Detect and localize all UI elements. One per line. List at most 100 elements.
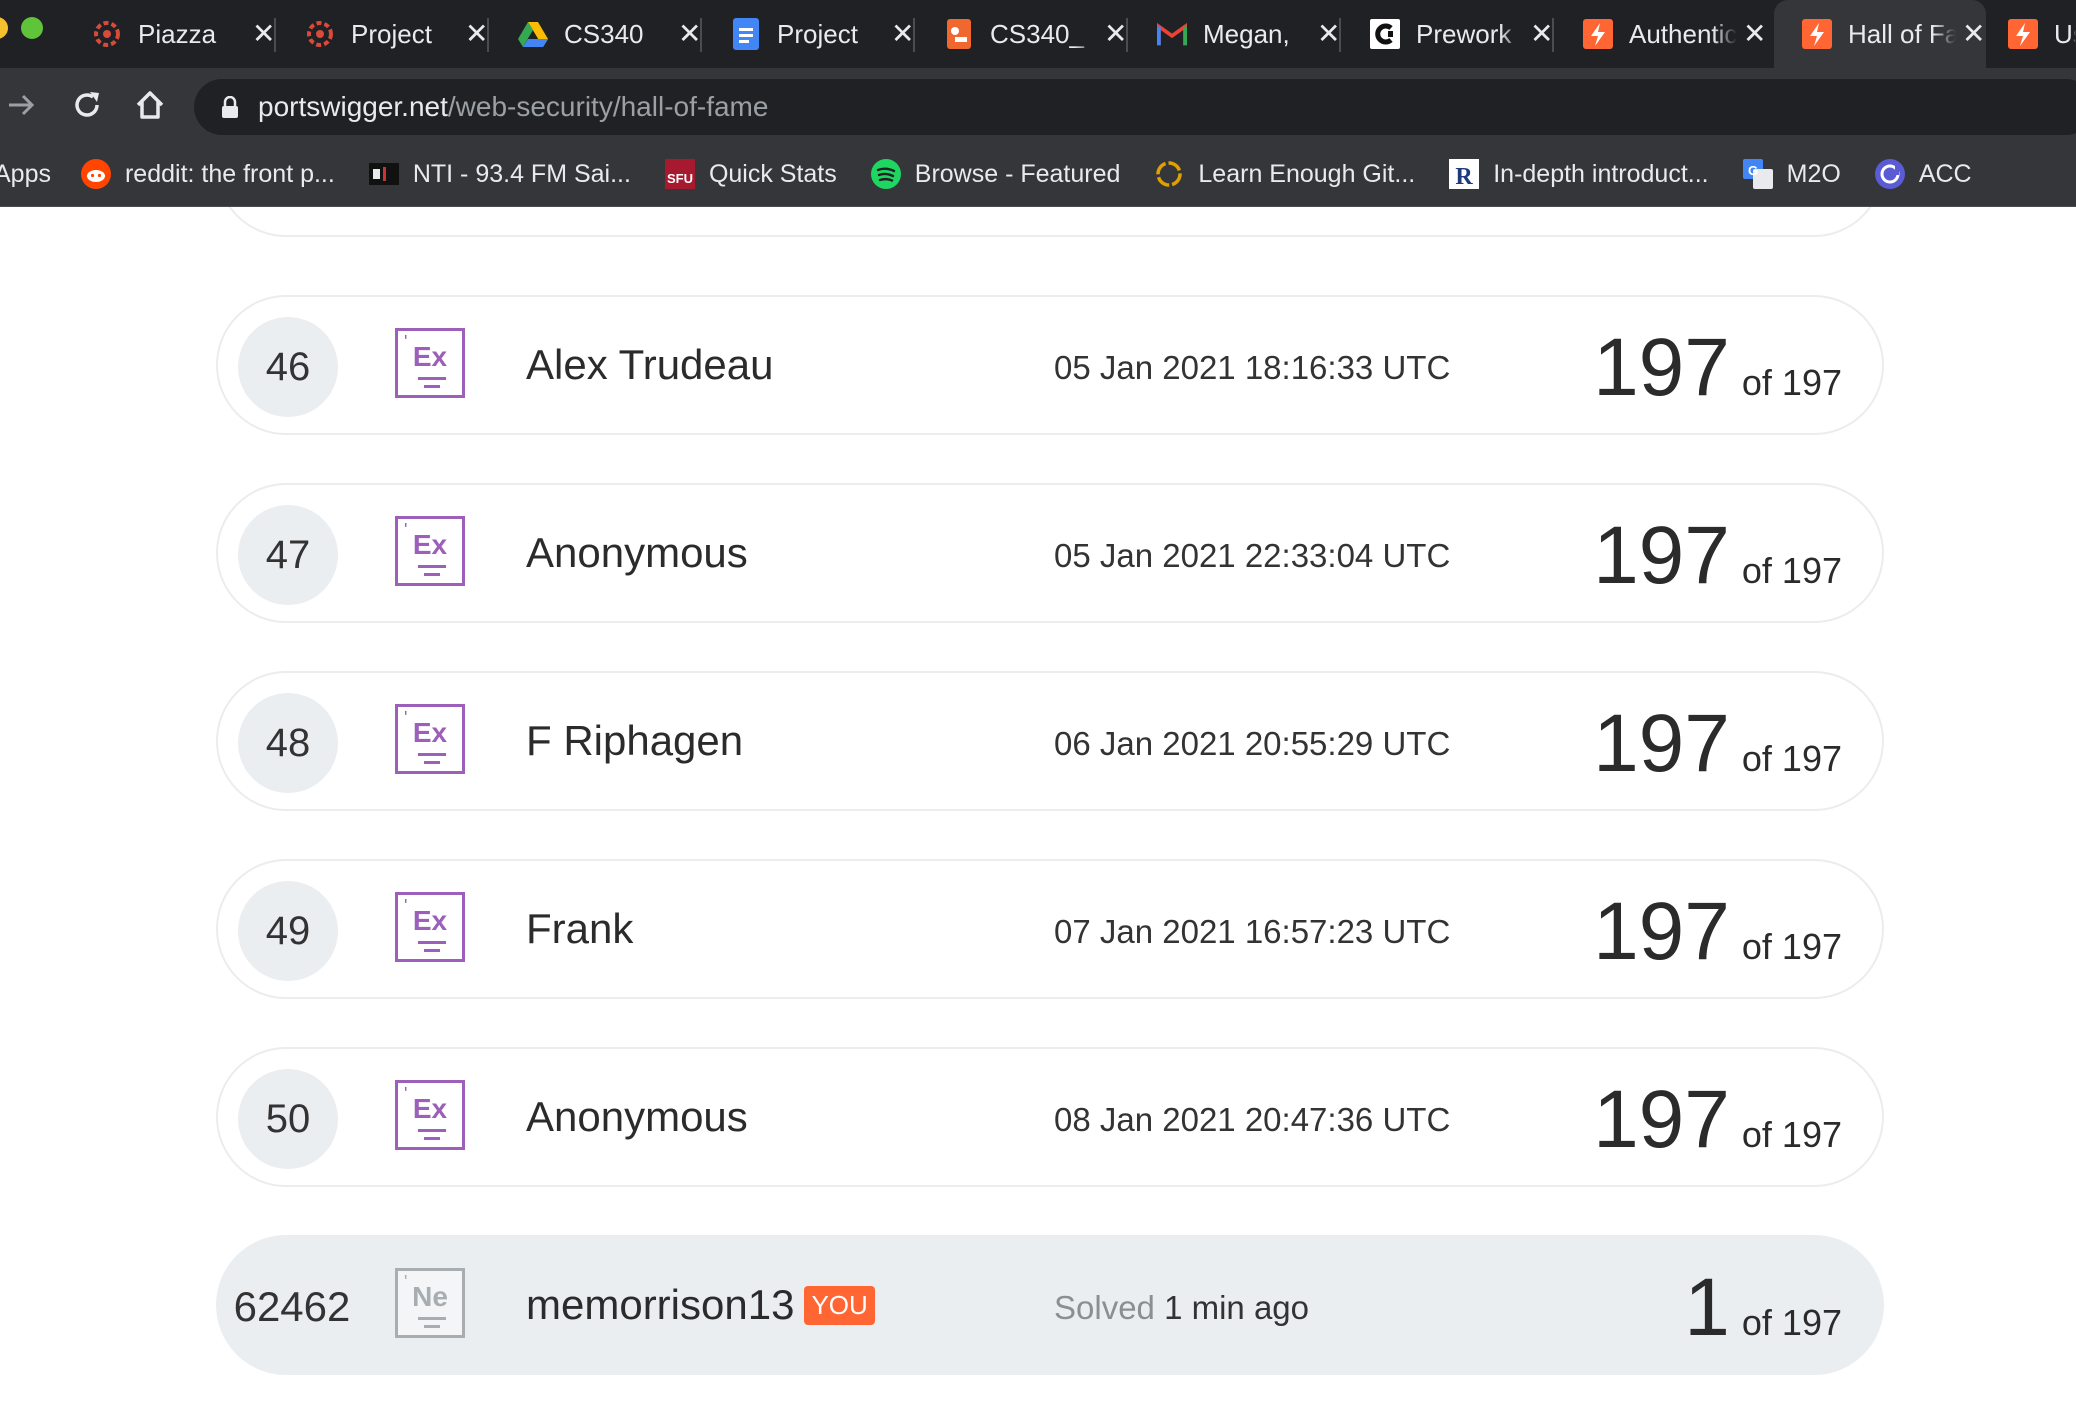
window-minimize-button[interactable]	[0, 17, 8, 39]
reload-icon	[75, 92, 99, 117]
hall-of-fame-page: 46 ' Ex Alex Trudeau 05 Jan 2021 18:16:33…	[0, 207, 2076, 1418]
svg-text:R: R	[1456, 164, 1474, 189]
google-docs-icon	[731, 18, 761, 50]
home-button[interactable]	[131, 86, 169, 124]
bookmark-label: Learn Enough Git...	[1198, 159, 1416, 188]
completion-time: 05 Jan 2021 22:33:04 UTC	[1054, 537, 1451, 574]
coursys-icon	[944, 19, 974, 49]
radio-icon	[368, 159, 399, 189]
solved-label: Solved	[1054, 1289, 1155, 1326]
forward-button[interactable]	[2, 86, 40, 124]
bookmark-label: NTI - 93.4 FM Sai...	[412, 159, 631, 188]
bookmark-spotify[interactable]: Browse - Featured	[870, 159, 1121, 189]
labs-solved: 197 of 197	[1593, 515, 1842, 597]
bookmark-nti[interactable]: NTI - 93.4 FM Sai...	[368, 159, 631, 189]
learn-enough-icon	[1154, 159, 1184, 189]
user-name: Anonymous	[526, 529, 748, 577]
expert-badge-icon: ' Ex	[395, 1080, 465, 1150]
solved-count: 197	[1593, 510, 1730, 601]
user-name: Anonymous	[526, 1093, 748, 1141]
google-drive-icon	[518, 19, 548, 49]
current-user-row: 62462 ' Ne memorrison13 YOU Solved 1 min …	[216, 1235, 1884, 1375]
close-icon[interactable]: ✕	[1962, 20, 1985, 48]
close-icon[interactable]: ✕	[891, 20, 914, 48]
tab-authentication[interactable]: Authentic ✕	[1555, 0, 1767, 68]
lock-icon[interactable]	[222, 96, 238, 118]
bookmark-label: reddit: the front p...	[124, 159, 335, 188]
tab-piazza[interactable]: Piazza ✕	[64, 0, 276, 68]
solved-count: 197	[1593, 886, 1730, 977]
badge-code: Ex	[412, 529, 448, 560]
address-bar[interactable]: portswigger.net/web-security/hall-of-fam…	[194, 79, 2076, 135]
bookmark-label: Apps	[0, 159, 51, 188]
completion-time: 07 Jan 2021 16:57:23 UTC	[1054, 913, 1451, 950]
tab-label: Authentic	[1629, 18, 1737, 49]
codepath-icon	[1370, 19, 1400, 49]
google-translate-icon: G	[1742, 159, 1773, 189]
bookmark-apps[interactable]: Apps	[0, 160, 51, 189]
newcomer-badge-icon: ' Ne	[395, 1268, 465, 1338]
tab-us[interactable]: Us	[1986, 0, 2076, 68]
spotify-icon	[870, 159, 901, 189]
close-icon[interactable]: ✕	[252, 20, 275, 48]
tab-prework[interactable]: Prework ✕	[1342, 0, 1554, 68]
badge-code: Ex	[412, 341, 448, 372]
url-text: portswigger.net/web-security/hall-of-fam…	[258, 91, 768, 123]
close-icon[interactable]: ✕	[1104, 20, 1127, 48]
badge-code: Ne	[412, 1281, 448, 1312]
leaderboard-row: 46 ' Ex Alex Trudeau 05 Jan 2021 18:16:33…	[216, 295, 1884, 435]
solved-count: 197	[1593, 1074, 1730, 1165]
tab-cs340-coursys[interactable]: CS340_ ✕	[916, 0, 1128, 68]
total-labs: of 197	[1741, 1302, 1842, 1343]
close-icon[interactable]: ✕	[1530, 20, 1553, 48]
badge-code: Ex	[412, 717, 448, 748]
window-zoom-button[interactable]	[21, 17, 43, 39]
tab-project-docs[interactable]: Project ✕	[703, 0, 915, 68]
tab-label: CS340	[564, 18, 644, 49]
solved-count: 197	[1593, 322, 1730, 413]
close-icon[interactable]: ✕	[1317, 20, 1340, 48]
reload-button[interactable]	[68, 86, 106, 124]
tab-gmail[interactable]: Megan, ✕	[1129, 0, 1341, 68]
solved-when: 1 min ago	[1164, 1289, 1310, 1326]
rank-number: 49	[238, 881, 338, 981]
tab-hall-of-fame[interactable]: Hall of Fame ✕	[1774, 0, 1986, 68]
completion-time: 05 Jan 2021 18:16:33 UTC	[1054, 349, 1451, 386]
bookmark-m2o[interactable]: G M2O	[1742, 159, 1841, 189]
bookmark-in-depth[interactable]: R In-depth introduct...	[1449, 159, 1709, 189]
rank-number: 46	[238, 317, 338, 417]
tab-label: Piazza	[138, 18, 217, 49]
bookmark-learn-enough[interactable]: Learn Enough Git...	[1154, 159, 1415, 189]
total-labs: of 197	[1741, 1114, 1842, 1155]
piazza-icon	[92, 19, 122, 49]
bookmark-acc[interactable]: ACC	[1874, 159, 1972, 189]
user-name-text: Anonymous	[526, 1093, 748, 1140]
browser-toolbar: portswigger.net/web-security/hall-of-fam…	[0, 68, 2076, 142]
close-icon[interactable]: ✕	[678, 20, 701, 48]
r-icon: R	[1449, 159, 1480, 189]
close-icon[interactable]: ✕	[1743, 20, 1766, 48]
bookmarks-bar: Apps reddit: the front p... NTI - 93.4 F…	[0, 142, 2076, 207]
user-name: memorrison13 YOU	[526, 1281, 875, 1329]
bookmark-label: Browse - Featured	[914, 159, 1121, 188]
user-name: F Riphagen	[526, 717, 743, 765]
total-labs: of 197	[1741, 550, 1842, 591]
bookmark-reddit[interactable]: reddit: the front p...	[80, 159, 335, 189]
user-name: Alex Trudeau	[526, 341, 774, 389]
solved-count: 197	[1593, 698, 1730, 789]
rank-number: 48	[238, 693, 338, 793]
you-badge: YOU	[804, 1285, 875, 1325]
bookmark-quick-stats[interactable]: SFU Quick Stats	[664, 159, 837, 189]
tab-cs340-drive[interactable]: CS340 ✕	[490, 0, 702, 68]
user-name-text: Anonymous	[526, 529, 748, 576]
leaderboard-row: 48 ' Ex F Riphagen 06 Jan 2021 20:55:29 U…	[216, 671, 1884, 811]
arrow-right-icon	[9, 94, 35, 116]
portswigger-icon	[1802, 19, 1832, 49]
leaderboard-row	[216, 207, 1884, 237]
close-icon[interactable]: ✕	[465, 20, 488, 48]
tab-project-piazza[interactable]: Project ✕	[277, 0, 489, 68]
solved-count: 1	[1684, 1262, 1730, 1353]
portswigger-icon	[1583, 19, 1613, 49]
solved-time: Solved 1 min ago	[1054, 1289, 1309, 1327]
piazza-icon	[305, 19, 335, 49]
